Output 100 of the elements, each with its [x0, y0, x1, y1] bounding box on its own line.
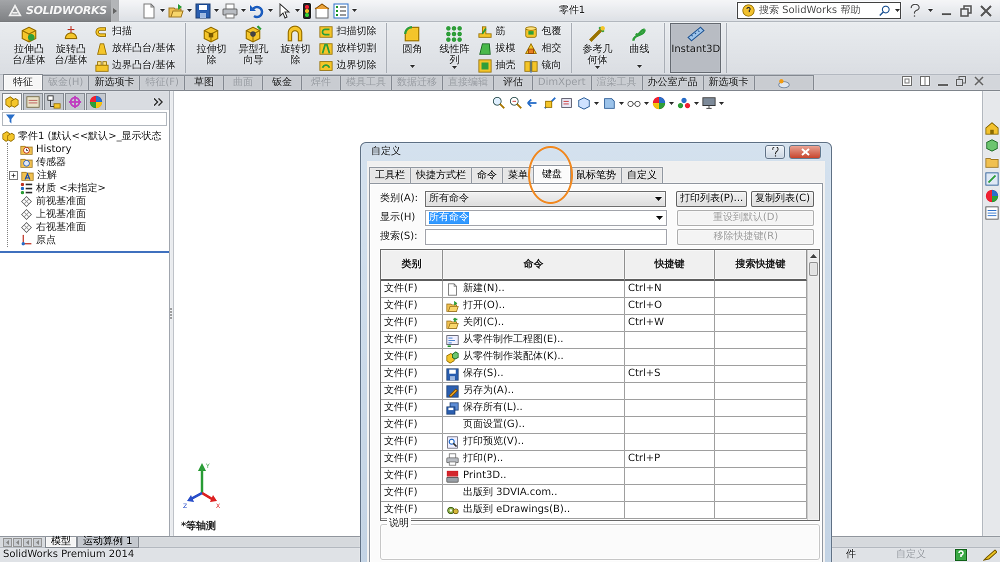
tree-item[interactable]: 材质 <未指定> — [20, 182, 169, 195]
splitter-handle-icon[interactable] — [170, 308, 173, 320]
caret-icon[interactable] — [214, 9, 219, 12]
caret-icon[interactable] — [594, 66, 600, 69]
tree-item[interactable]: 注解 — [20, 169, 169, 182]
ribbon-button[interactable]: 放样凸台/基体 — [93, 41, 178, 56]
help-box-icon[interactable] — [955, 549, 967, 561]
caret-icon[interactable] — [669, 102, 674, 104]
ribbon-button[interactable]: 拔模 — [476, 41, 518, 56]
search-icon[interactable] — [879, 4, 891, 16]
split-view-icon[interactable] — [920, 76, 930, 86]
tree-item[interactable]: 传感器 — [20, 156, 169, 169]
caret-icon[interactable] — [644, 102, 649, 104]
tree-item[interactable]: 前视基准面 — [20, 195, 169, 208]
ribbon-button[interactable]: 旋转切除 — [275, 23, 316, 73]
caret-icon[interactable] — [240, 9, 246, 12]
document-icon[interactable] — [140, 2, 157, 18]
tree-item[interactable]: History — [20, 143, 169, 156]
ribbon-button[interactable]: 包覆 — [522, 24, 564, 39]
pencil-icon[interactable] — [983, 549, 997, 561]
ribbon-button[interactable]: 边界凸台/基体 — [93, 58, 178, 73]
expand-arrow-icon[interactable] — [112, 8, 117, 14]
tree-item[interactable]: 零件1 (默认<<默认>_显示状态 — [2, 130, 169, 143]
ribbon-button[interactable]: 参考几何体 — [577, 23, 618, 73]
caret-icon[interactable] — [160, 9, 165, 12]
close-button[interactable] — [789, 145, 821, 159]
tree-item[interactable]: 右视基准面 — [20, 221, 169, 234]
column-header[interactable]: 类别 — [381, 250, 443, 281]
expand-toggle-icon[interactable] — [9, 171, 18, 180]
scene-icon[interactable] — [677, 96, 691, 110]
restore-icon[interactable] — [960, 4, 972, 16]
undo-icon[interactable] — [248, 2, 265, 18]
ribbon-button[interactable]: 筋 — [476, 24, 518, 39]
caret-icon[interactable] — [268, 9, 273, 12]
caret-icon[interactable] — [452, 66, 457, 69]
filter-field[interactable] — [2, 112, 167, 126]
ribbon-button[interactable]: Instant3D — [670, 23, 722, 73]
close-icon[interactable] — [974, 76, 984, 86]
search-field[interactable] — [425, 228, 668, 244]
appearance-icon[interactable] — [652, 96, 666, 110]
home-icon[interactable] — [984, 121, 998, 135]
command-tab[interactable]: 评估 — [492, 75, 533, 90]
caret-icon[interactable] — [594, 102, 599, 104]
scrollbar[interactable] — [807, 250, 819, 520]
add-tab-button[interactable] — [754, 75, 814, 90]
dialog-tab[interactable]: 键盘 — [533, 165, 571, 183]
caret-icon[interactable] — [928, 9, 933, 12]
help-button[interactable] — [765, 145, 785, 159]
dialog-tab[interactable]: 菜单 — [502, 167, 534, 183]
file-properties-icon[interactable] — [314, 2, 330, 18]
traffic-light-icon[interactable] — [302, 2, 311, 18]
options-list-icon[interactable] — [332, 2, 349, 18]
tile-icon[interactable] — [902, 76, 912, 86]
close-icon[interactable] — [980, 4, 992, 16]
restore-icon[interactable] — [956, 76, 966, 86]
display-style-icon[interactable] — [602, 96, 616, 110]
tree-item[interactable]: 上视基准面 — [20, 208, 169, 221]
caret-icon[interactable] — [294, 9, 300, 12]
command-tab[interactable]: 新选项卡 — [88, 75, 140, 90]
ribbon-button[interactable]: 相交 — [522, 41, 564, 56]
open-folder-icon[interactable] — [168, 2, 184, 18]
help-icon[interactable] — [909, 4, 920, 17]
printer-icon[interactable] — [222, 2, 238, 18]
dialog-button[interactable]: 打印列表(P)... — [676, 190, 748, 206]
ribbon-button[interactable]: 拉伸凸台/基体 — [9, 23, 49, 73]
scroll-thumb[interactable] — [809, 262, 818, 276]
tree-item[interactable]: 原点 — [20, 234, 169, 247]
monitor-icon[interactable] — [702, 96, 716, 110]
model-tab[interactable]: 模型 — [45, 537, 77, 548]
dialog-button[interactable]: 复制列表(C) — [751, 190, 814, 206]
ribbon-button[interactable]: 圆角 — [392, 23, 432, 73]
command-tab[interactable]: 办公室产品 — [642, 75, 704, 90]
caret-icon[interactable] — [352, 9, 357, 12]
panel-tab[interactable] — [44, 93, 64, 110]
dynamic-annotation-icon[interactable] — [560, 96, 574, 110]
help-search-field[interactable]: 搜索 SolidWorks 帮助 — [737, 2, 901, 19]
section-view-icon[interactable] — [543, 96, 557, 110]
caret-icon[interactable] — [694, 102, 699, 104]
ribbon-button[interactable]: 异型孔向导 — [233, 23, 274, 73]
expand-panel-icon[interactable] — [154, 98, 163, 106]
caret-icon[interactable] — [186, 9, 192, 12]
cube-icon[interactable] — [984, 138, 998, 152]
caret-icon[interactable] — [619, 102, 624, 104]
appearance-icon[interactable] — [984, 189, 998, 203]
caret-icon[interactable] — [895, 9, 900, 12]
caret-icon[interactable] — [719, 102, 724, 104]
column-header[interactable]: 搜索快捷键 — [715, 250, 807, 281]
ribbon-button[interactable]: 拉伸切除 — [191, 23, 232, 73]
caret-icon[interactable] — [410, 65, 415, 68]
ribbon-button[interactable]: 扫描切除 — [317, 24, 378, 39]
command-tab[interactable]: 草图 — [184, 75, 224, 90]
caret-icon[interactable] — [636, 65, 642, 68]
ribbon-button[interactable]: 线性阵列 — [434, 23, 474, 73]
ribbon-button[interactable]: 旋转凸台/基体 — [51, 23, 91, 73]
dialog-tab[interactable]: 鼠标笔势 — [570, 167, 622, 183]
folder-icon[interactable] — [984, 155, 998, 169]
model-tab[interactable]: 运动算例 1 — [77, 537, 139, 548]
view-orientation-icon[interactable] — [577, 96, 591, 110]
zoom-fit-icon[interactable] — [492, 96, 506, 110]
ribbon-button[interactable]: 边界切除 — [317, 58, 378, 73]
